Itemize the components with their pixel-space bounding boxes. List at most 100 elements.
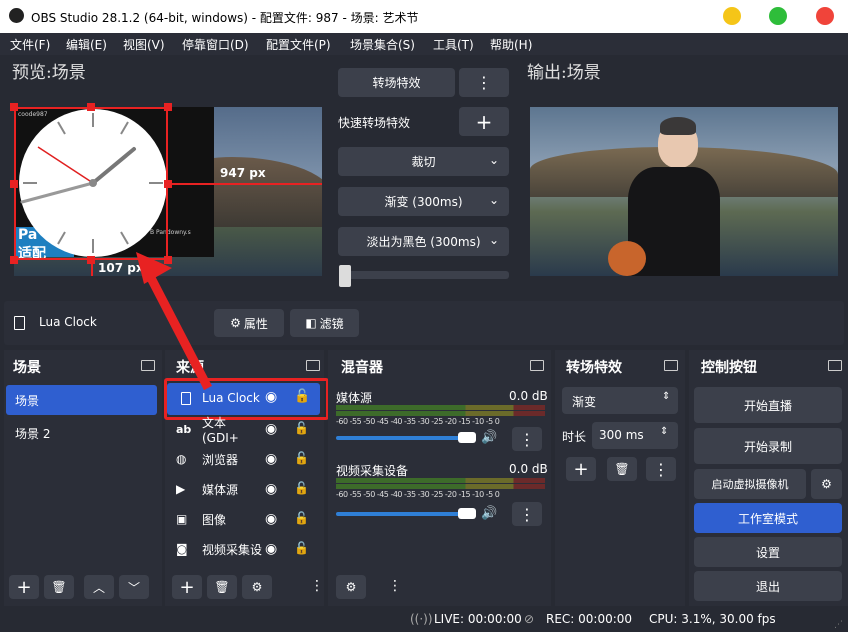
menu-docks[interactable]: 停靠窗口(D) [182,36,249,53]
resize-handle[interactable] [10,256,18,264]
camera-icon: ◙ [176,542,188,556]
lock-icon[interactable]: 🔓 [294,389,310,404]
close-button[interactable] [816,7,834,25]
selected-source-name: Lua Clock [39,315,97,329]
speaker-icon[interactable]: 🔊 [481,506,497,521]
move-down-button[interactable]: ﹀ [119,575,149,599]
source-more-button[interactable]: ⋮ [310,578,324,594]
undock-icon[interactable] [828,360,842,371]
menu-edit[interactable]: 编辑(E) [66,36,107,53]
eye-icon: ◉ [265,421,278,437]
properties-button[interactable]: ⚙ 属性 [214,309,284,337]
lock-icon: 🔓 [294,511,309,525]
volume-meter [336,484,545,489]
source-row[interactable]: ▶ 媒体源 ◉ 🔓 [176,474,321,504]
chevron-down-icon: ⌄ [488,153,499,167]
volume-slider-handle[interactable] [458,432,476,443]
mixer-settings-button[interactable]: ⚙ [336,575,366,599]
move-up-button[interactable]: ︿ [84,575,114,599]
filter-icon: ◧ [305,316,317,330]
menu-profile[interactable]: 配置文件(P) [266,36,331,53]
mixer-channel-name: 媒体源 [336,391,373,405]
transition-select-fade[interactable]: 渐变 (300ms) ⌄ [338,187,509,216]
transition-more-button[interactable]: ⋮ [459,68,509,97]
undock-icon[interactable] [306,360,320,371]
resize-handle[interactable] [87,103,95,111]
mixer-channel-menu-button[interactable]: ⋮ [512,427,542,451]
duration-spinbox[interactable]: 300 ms ⇕ [592,422,678,449]
transition-properties-button[interactable]: ⋮ [646,457,676,481]
add-quick-transition-button[interactable]: + [459,107,509,136]
chevron-up-icon: ︿ [92,580,105,595]
resize-handle[interactable] [87,256,95,264]
add-scene-button[interactable]: + [9,575,39,599]
source-properties-button[interactable]: ⚙ [242,575,272,599]
source-row[interactable]: ab 文本 (GDI+ ◉ 🔓 [176,414,321,445]
transition-select[interactable]: 渐变 ⇕ [562,387,678,414]
volume-slider[interactable] [336,512,466,516]
transitions-title: 转场特效 [566,360,622,376]
menu-view[interactable]: 视图(V) [123,36,165,53]
transition-select-cut[interactable]: 裁切 ⌄ [338,147,509,176]
source-row[interactable]: ▣ 图像 ◉ 🔓 [176,504,321,534]
lock-icon: 🔓 [294,541,309,555]
resize-handle[interactable] [10,180,18,188]
transition-button[interactable]: 转场特效 [338,68,455,97]
remove-source-button[interactable]: 🗑 [207,575,237,599]
menu-file[interactable]: 文件(F) [10,36,50,53]
menu-scene-collection[interactable]: 场景集合(S) [350,36,415,53]
settings-button[interactable]: 设置 [694,537,842,567]
chevron-down-icon: ⌄ [488,233,499,247]
add-source-button[interactable]: + [172,575,202,599]
text-icon: ab [176,422,192,436]
undock-icon[interactable] [530,360,544,371]
virtual-camera-settings-button[interactable]: ⚙ [811,469,842,499]
start-streaming-button[interactable]: 开始直播 [694,387,842,423]
filters-button[interactable]: ◧ 滤镜 [290,309,359,337]
selection-box[interactable] [14,107,168,260]
scenes-title: 场景 [13,360,41,376]
resize-handle[interactable] [164,180,172,188]
scene-item[interactable]: 场景 2 [15,425,50,442]
mixer-channel-db: 0.0 dB [509,389,548,403]
lock-icon: 🔓 [294,421,309,435]
tbar-slider[interactable] [341,271,509,279]
remove-transition-button[interactable]: 🗑 [607,457,637,481]
source-row[interactable]: ◙ 视频采集设 ◉ 🔓 [176,534,321,564]
exit-button[interactable]: 退出 [694,571,842,601]
file-icon [14,316,25,330]
minimize-button[interactable] [723,7,741,25]
transition-select-fade-black[interactable]: 淡出为黑色 (300ms) ⌄ [338,227,509,256]
source-row[interactable]: ◍ 浏览器 ◉ 🔓 [176,444,321,474]
mixer-title: 混音器 [341,360,383,376]
preview-label: 预览:场景 [12,63,86,83]
live-timer: LIVE: 00:00:00 [434,612,522,626]
output-canvas [530,107,838,276]
trash-icon: 🗑 [51,580,67,594]
undock-icon[interactable] [664,360,678,371]
volume-slider[interactable] [336,436,466,440]
volume-meter [336,478,545,483]
menu-help[interactable]: 帮助(H) [490,36,532,53]
resize-handle[interactable] [10,103,18,111]
resize-grip-icon[interactable]: ⋰ [834,620,843,630]
tbar-handle[interactable] [339,265,351,287]
trash-icon: 🗑 [614,462,630,476]
gear-icon: ⚙ [230,316,241,330]
eye-icon[interactable]: ◉ [265,389,277,405]
start-virtual-camera-button[interactable]: 启动虚拟摄像机 [694,469,806,499]
mixer-channel-menu-button[interactable]: ⋮ [512,502,542,526]
studio-mode-button[interactable]: 工作室模式 [694,503,842,533]
lock-icon: 🔓 [294,451,309,465]
resize-handle[interactable] [164,103,172,111]
start-recording-button[interactable]: 开始录制 [694,428,842,464]
mixer-more-button[interactable]: ⋮ [388,578,402,594]
speaker-icon[interactable]: 🔊 [481,430,497,445]
menu-tools[interactable]: 工具(T) [433,36,474,53]
eye-icon: ◉ [265,481,278,497]
cpu-fps: CPU: 3.1%, 30.00 fps [649,612,776,626]
add-transition-button[interactable]: + [566,457,596,481]
remove-scene-button[interactable]: 🗑 [44,575,74,599]
maximize-button[interactable] [769,7,787,25]
volume-slider-handle[interactable] [458,508,476,519]
